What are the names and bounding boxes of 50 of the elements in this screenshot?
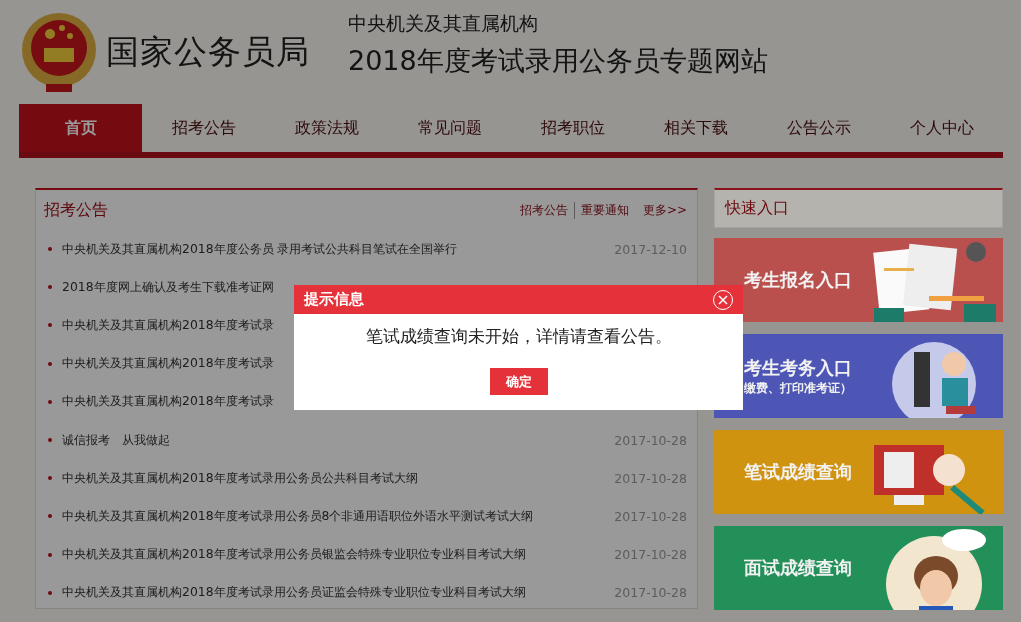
category-link[interactable]: 招考公告 <box>513 201 574 219</box>
bullet-icon <box>48 399 52 404</box>
category-link[interactable]: 重要通知 <box>573 201 635 219</box>
site-title: 2018年度考试录用公务员专题网站 <box>348 44 768 78</box>
entry-banner[interactable]: 面试成绩查询 <box>714 526 1003 610</box>
nav-tab[interactable]: 首页 <box>19 104 142 152</box>
dialog-title: 提示信息 <box>304 290 364 309</box>
banner-sublabel: 缴费、打印准考证） <box>744 379 853 397</box>
bullet-icon <box>48 361 52 366</box>
bullet-icon <box>48 476 52 481</box>
news-date: 2017-12-10 <box>614 241 687 257</box>
site-subtitle: 中央机关及其直属机构 <box>348 11 539 36</box>
banner-label: 笔试成绩查询 <box>744 460 853 484</box>
nav-tab[interactable]: 政策法规 <box>265 104 388 152</box>
news-date: 2017-10-28 <box>614 508 687 524</box>
confirm-button[interactable]: 确定 <box>489 368 548 395</box>
emblem-icon <box>20 10 98 94</box>
news-link[interactable]: 中央机关及其直属机构2018年度公务员 录用考试公共科目笔试在全国举行 <box>62 240 615 258</box>
news-link[interactable]: 诚信报考 从我做起 <box>62 431 615 449</box>
nav-tab[interactable]: 常见问题 <box>388 104 511 152</box>
nav-tab[interactable]: 招考职位 <box>511 104 634 152</box>
org-name: 国家公务员局 <box>106 30 310 73</box>
news-date: 2017-10-28 <box>614 547 687 563</box>
bullet-icon <box>48 285 52 290</box>
news-date: 2017-10-28 <box>614 470 687 486</box>
bullet-icon <box>48 590 52 595</box>
news-link[interactable]: 中央机关及其直属机构2018年度考试录用公务员银监会特殊专业职位专业科目考试大纲 <box>62 546 615 564</box>
bullet-icon <box>48 247 52 252</box>
news-link[interactable]: 中央机关及其直属机构2018年度考试录用公务员证监会特殊专业职位专业科目考试大纲 <box>62 584 615 602</box>
bullet-icon <box>48 514 52 519</box>
nav-tab[interactable]: 个人中心 <box>880 104 1003 152</box>
banner-label: 考生考务入口 <box>744 355 853 380</box>
quick-entry-title: 快速入口 <box>725 198 789 219</box>
nav-tab[interactable]: 公告公示 <box>757 104 880 152</box>
entry-banner[interactable]: 考生报名入口 <box>714 238 1003 322</box>
panel-title: 招考公告 <box>44 199 108 221</box>
banner-label: 考生报名入口 <box>744 268 853 292</box>
bullet-icon <box>48 552 52 557</box>
bullet-icon <box>48 438 52 443</box>
news-link[interactable]: 中央机关及其直属机构2018年度考试录用公务员公共科目考试大纲 <box>62 469 615 487</box>
banner-label: 面试成绩查询 <box>744 556 853 580</box>
nav-tab[interactable]: 招考公告 <box>142 104 265 152</box>
news-date: 2017-10-28 <box>614 585 687 601</box>
nav-tab[interactable]: 相关下载 <box>634 104 757 152</box>
news-date: 2017-10-28 <box>614 432 687 448</box>
news-link[interactable]: 中央机关及其直属机构2018年度考试录用公务员8个非通用语职位外语水平测试考试大纲 <box>62 507 615 525</box>
more-link[interactable]: 更多>> <box>642 201 687 219</box>
dialog-message: 笔试成绩查询未开始，详情请查看公告。 <box>364 326 673 348</box>
entry-banner[interactable]: 考生考务入口 缴费、打印准考证） <box>714 334 1003 418</box>
bullet-icon <box>48 323 52 328</box>
